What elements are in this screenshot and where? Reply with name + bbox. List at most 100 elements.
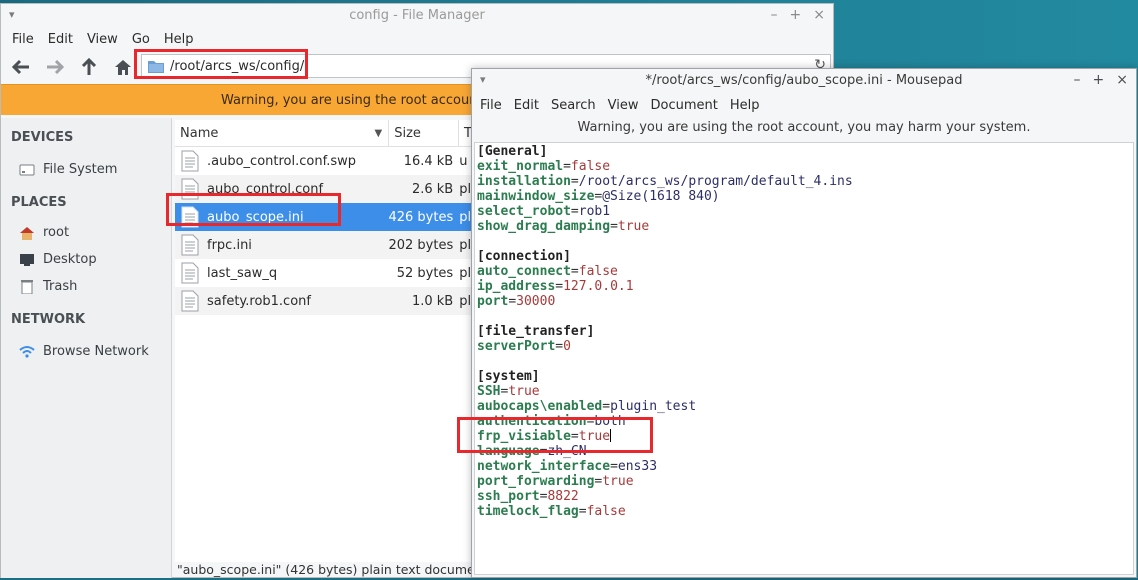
ini-key: aubocaps\enabled [477,399,603,414]
sidebar-item-file-system[interactable]: File System [19,156,171,183]
editor-line: show_drag_damping=true [477,219,1133,234]
file-list: Name ▼ Size T .aubo_control.conf.swp 16.4… [175,120,472,562]
file-name: last_saw_q [207,265,278,281]
ini-key: mainwindow_size [477,189,595,204]
minimize-icon[interactable]: – [1074,72,1081,88]
home-button[interactable] [109,53,137,81]
file-size: 2.6 kB [411,181,454,197]
root-warning-text: Warning, you are using the root account,… [577,120,1031,135]
text-file-icon [181,290,199,312]
sidebar-item-root[interactable]: root [19,219,171,246]
maximize-icon[interactable]: + [790,7,802,23]
ini-section: [file_transfer] [477,324,595,339]
home-icon [19,225,35,241]
ini-key: auto_connect [477,264,571,279]
minimize-icon[interactable]: – [771,7,778,23]
file-name: frpc.ini [207,237,252,253]
back-button[interactable] [7,53,35,81]
text-file-icon [181,262,199,284]
file-size: 426 bytes [388,209,454,225]
file-row[interactable]: frpc.ini 202 bytes pl [175,231,471,259]
ini-equals: = [602,399,611,414]
ini-equals: = [555,339,564,354]
menu-document[interactable]: Document [644,98,723,113]
sidebar-item-trash[interactable]: Trash [19,273,171,300]
ini-key: network_interface [477,459,611,474]
sidebar-item-desktop[interactable]: Desktop [19,246,171,273]
network-heading: NETWORK [11,312,86,327]
editor-content[interactable]: [General] exit_normal=false installation=/… [475,143,1133,519]
file-type: pl [459,237,472,253]
maximize-icon[interactable]: + [1093,72,1105,88]
editor-line: [General] [477,144,1133,159]
side-pane: DEVICES File System PLACES root Desktop … [1,118,172,578]
column-name[interactable]: Name ▼ [175,120,390,146]
sidebar-item-label: root [43,225,70,240]
column-size-label: Size [394,125,421,141]
devices-heading: DEVICES [11,130,74,145]
menu-view[interactable]: View [602,98,645,113]
forward-button[interactable] [41,53,69,81]
ini-value: ens33 [617,459,658,474]
ini-value: plugin_test [610,399,697,414]
ini-section: [connection] [477,249,571,264]
column-size[interactable]: Size [389,120,459,146]
places-heading: PLACES [11,195,67,210]
ini-key: timelock_flag [477,504,579,519]
sidebar-item-label: Trash [43,279,78,294]
home-icon [115,60,131,75]
sidebar-item-label: Browse Network [43,344,149,359]
ini-section: [General] [477,144,548,159]
ini-key: SSH [477,384,501,399]
arrow-up-icon [81,58,97,75]
ini-equals: = [563,159,571,174]
editor-line: exit_normal=false [477,159,1133,174]
menu-search[interactable]: Search [545,98,602,113]
editor-line: port_forwarding=true [477,474,1133,489]
sidebar-item-label: Desktop [43,252,97,267]
menu-file[interactable]: File [474,98,508,113]
ini-value: false [586,504,626,519]
editor-line: ip_address=127.0.0.1 [477,279,1133,294]
highlight-box-path [134,49,308,79]
close-icon[interactable]: × [813,7,825,23]
menu-edit[interactable]: Edit [41,32,80,47]
menu-edit[interactable]: Edit [508,98,545,113]
file-name-cell: frpc.ini [175,234,386,256]
ini-key: port_forwarding [477,474,595,489]
ini-equals: = [610,219,618,234]
sidebar-item-label: File System [43,162,118,177]
ini-equals: = [578,504,587,519]
arrow-left-icon [12,59,29,75]
file-manager-titlebar[interactable]: ▾ config - File Manager – + × [1,4,833,28]
file-type: pl [459,181,472,197]
file-name-cell: last_saw_q [175,262,386,284]
menu-view[interactable]: View [80,32,125,47]
editor-line: [system] [477,369,1133,384]
editor-line: auto_connect=false [477,264,1133,279]
menu-help[interactable]: Help [724,98,766,113]
ini-value: false [570,159,611,174]
file-row[interactable]: .aubo_control.conf.swp 16.4 kB u [175,147,471,175]
file-row[interactable]: safety.rob1.conf 1.0 kB pl [175,287,471,315]
ini-value: false [578,264,618,279]
ini-key: port [477,294,509,309]
file-name-cell: safety.rob1.conf [175,290,386,312]
column-type[interactable]: T [459,120,472,146]
ini-value: true [602,474,634,489]
file-size: 1.0 kB [411,293,454,309]
text-editor[interactable]: [General] exit_normal=false installation=/… [474,142,1134,575]
menu-go[interactable]: Go [125,32,157,47]
menu-help[interactable]: Help [157,32,201,47]
file-name: safety.rob1.conf [207,293,311,309]
close-icon[interactable]: × [1116,72,1128,88]
menu-file[interactable]: File [5,32,41,47]
ini-key: exit_normal [477,159,564,174]
text-file-icon [181,150,199,172]
up-button[interactable] [75,53,103,81]
ini-value: 127.0.0.1 [563,279,634,294]
mousepad-titlebar[interactable]: ▾ */root/arcs_ws/config/aubo_scope.ini -… [472,69,1136,93]
file-row[interactable]: last_saw_q 52 bytes pl [175,259,471,287]
sidebar-item-browse-network[interactable]: Browse Network [19,338,171,365]
